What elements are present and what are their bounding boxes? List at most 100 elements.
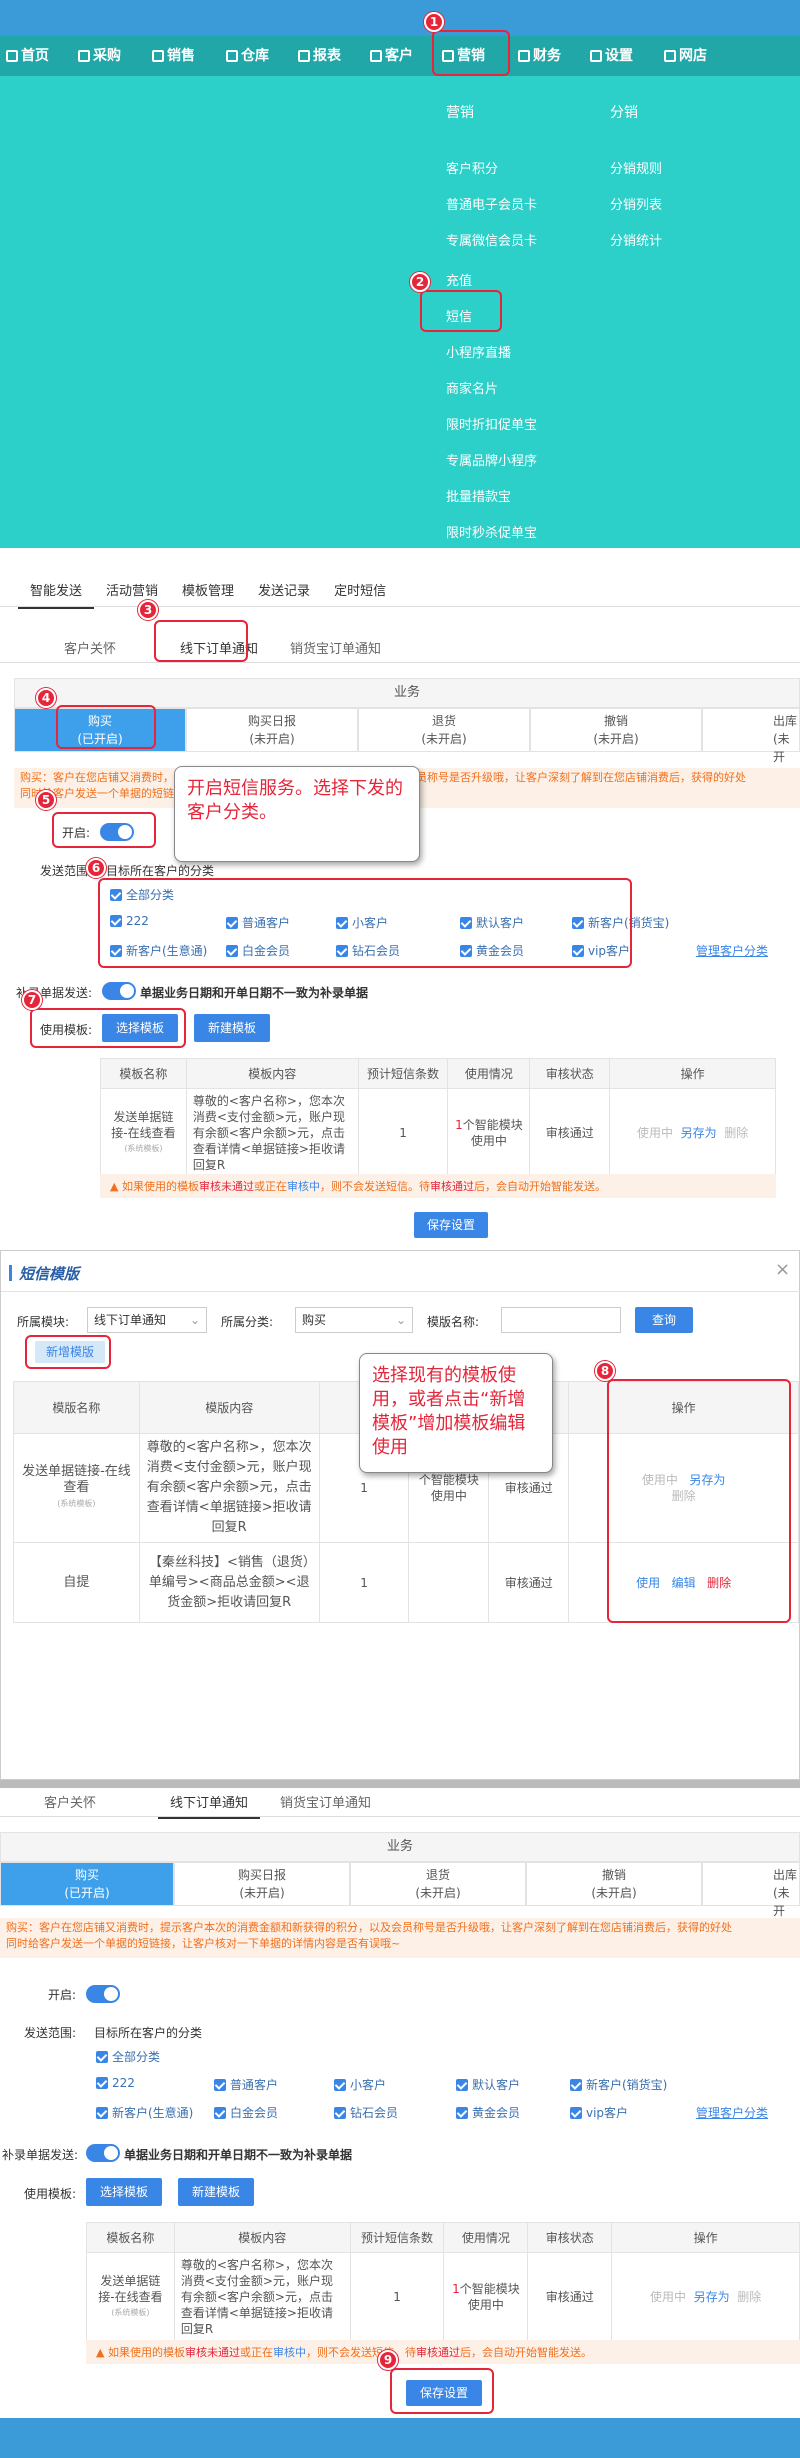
table-row: 发送单据链接-在线查看 (系统模板) 尊敬的<客户名称>，您本次消费<支付金额>元… (100, 1088, 776, 1178)
tab-records[interactable]: 发送记录 (246, 580, 322, 609)
cat-diamond-2[interactable]: 钻石会员 (334, 2104, 398, 2121)
category-select[interactable]: 购买 ⌄ (295, 1307, 413, 1333)
nav-customer[interactable]: 客户 (370, 36, 413, 76)
menu-dist-rules[interactable]: 分销规则 (610, 158, 662, 177)
enable-toggle-2[interactable] (86, 1985, 120, 2003)
step-badge-3: 3 (138, 600, 158, 620)
choose-template-button-2[interactable]: 选择模板 (86, 2178, 162, 2206)
subtab-offline-2[interactable]: 线下订单通知 (158, 1792, 261, 1819)
biz-daily-2[interactable]: 购买日报 (未开启) (174, 1862, 350, 1906)
audit-note: ▲ 如果使用的模板审核未通过或正在审核中，则不会发送短信。待审核通过后，会自动开… (100, 1174, 776, 1198)
biz-return[interactable]: 退货 (未开启) (358, 708, 530, 752)
shop-icon (664, 50, 676, 62)
manage-categories-link[interactable]: 管理客户分类 (696, 942, 768, 959)
menu-batch[interactable]: 批量措款宝 (446, 486, 511, 505)
cat-gold-2[interactable]: 黄金会员 (456, 2104, 520, 2121)
menu-recharge[interactable]: 充值 (446, 270, 472, 289)
new-template-button-2[interactable]: 新建模板 (178, 2178, 254, 2206)
enable-label-2: 开启: (48, 1988, 77, 2002)
biz-outbound[interactable]: 出库(未开启) (702, 708, 800, 782)
module-select[interactable]: 线下订单通知 ⌄ (87, 1307, 207, 1333)
menu-dist-list[interactable]: 分销列表 (610, 194, 662, 213)
subtab-divider-2 (0, 1816, 800, 1817)
nav-settings[interactable]: 设置 (590, 36, 633, 76)
dropdown-head-distribution: 分销 (610, 105, 638, 121)
supplement-text: 单据业务日期和开单日期不一致为补录单据 (140, 986, 369, 1000)
cat-222-2[interactable]: 222 (96, 2076, 135, 2090)
template-name-label: 模版名称: (427, 1315, 480, 1329)
op-saveas[interactable]: 另存为 (681, 1126, 717, 1140)
business-header-2: 业务 (0, 1832, 800, 1862)
chevron-down-icon: ⌄ (395, 1313, 406, 1327)
tab-template-mgmt[interactable]: 模板管理 (170, 580, 246, 609)
nav-home[interactable]: 首页 (6, 36, 49, 76)
biz-outbound-2[interactable]: 出库(未开启) (702, 1862, 800, 1936)
business-header: 业务 (14, 678, 800, 708)
home-icon (6, 50, 18, 62)
new-template-button[interactable]: 新建模板 (194, 1014, 270, 1042)
save-button-1[interactable]: 保存设置 (414, 1212, 488, 1238)
subtab-care-2[interactable]: 客户关怀 (32, 1792, 108, 1819)
subtab-xhb[interactable]: 销货宝订单通知 (278, 638, 393, 657)
main-tabs: 智能发送 活动营销 模板管理 发送记录 定时短信 (18, 580, 398, 609)
supplement-label-2: 补录单据发送: (2, 2148, 79, 2162)
close-icon[interactable]: × (775, 1259, 790, 1280)
menu-live[interactable]: 小程序直播 (446, 342, 511, 361)
highlight-offline-tab (154, 620, 248, 662)
step-badge-6: 6 (86, 858, 106, 878)
cat-all-2[interactable]: 全部分类 (96, 2048, 160, 2065)
nav-sales[interactable]: 销售 (152, 36, 195, 76)
biz-cancel-2[interactable]: 撤销 (未开启) (526, 1862, 702, 1906)
nav-purchase[interactable]: 采购 (78, 36, 121, 76)
menu-wechat-card[interactable]: 专属微信会员卡 (446, 230, 537, 249)
checkbox-icon (214, 2078, 226, 2091)
subtab-xhb-2[interactable]: 销货宝订单通知 (268, 1792, 383, 1819)
th-name: 模板名称 (100, 1058, 187, 1089)
settings-icon (590, 50, 602, 62)
cat-vip-2[interactable]: vip客户 (570, 2104, 628, 2121)
supplement-toggle-2[interactable] (86, 2144, 120, 2162)
supplement-toggle[interactable] (102, 982, 136, 1000)
warning-box-2: 购买：客户在您店铺又消费时，提示客户本次的消费金额和新获得的积分，以及会员称号是… (0, 1918, 800, 1958)
op-using: 使用中 (636, 1126, 673, 1140)
highlight-template (30, 1008, 186, 1048)
cat-new-syt-2[interactable]: 新客户(生意通) (96, 2104, 193, 2121)
cat-platinum-2[interactable]: 白金会员 (214, 2104, 278, 2121)
menu-discount[interactable]: 限时折扣促单宝 (446, 414, 537, 433)
cat-default-2[interactable]: 默认客户 (456, 2076, 520, 2093)
checkbox-icon (214, 2106, 226, 2119)
menu-customer-points[interactable]: 客户积分 (446, 158, 498, 177)
menu-dist-stats[interactable]: 分销统计 (610, 230, 662, 249)
tab-scheduled[interactable]: 定时短信 (322, 580, 398, 609)
page: 首页 采购 销售 仓库 报表 客户 营销 财务 设置 网店 1 营销 分销 客户… (0, 0, 800, 2458)
cat-new-xhb-2[interactable]: 新客户(销货宝) (570, 2076, 667, 2093)
biz-return-2[interactable]: 退货 (未开启) (350, 1862, 526, 1906)
tab-smart-send[interactable]: 智能发送 (18, 580, 95, 609)
table-row: 发送单据链接-在线查看 (系统模板) 尊敬的<客户名称>，您本次消费<支付金额>元… (86, 2252, 800, 2342)
tab-activity[interactable]: 活动营销 (94, 580, 170, 609)
nav-warehouse[interactable]: 仓库 (226, 36, 269, 76)
query-button[interactable]: 查询 (635, 1307, 693, 1333)
nav-shop[interactable]: 网店 (664, 36, 707, 76)
menu-seckill[interactable]: 限时秒杀促单宝 (446, 522, 537, 541)
menu-normal-card[interactable]: 普通电子会员卡 (446, 194, 537, 213)
subtab-care[interactable]: 客户关怀 (52, 638, 128, 657)
range-label: 发送范围: (40, 864, 93, 878)
menu-card[interactable]: 商家名片 (446, 378, 498, 397)
th-audit: 审核状态 (529, 1058, 611, 1089)
cat-small-2[interactable]: 小客户 (334, 2076, 386, 2093)
warehouse-icon (226, 50, 238, 62)
manage-categories-link-2[interactable]: 管理客户分类 (696, 2104, 768, 2121)
biz-cancel[interactable]: 撤销 (未开启) (530, 708, 702, 752)
nav-finance[interactable]: 财务 (518, 36, 561, 76)
biz-daily[interactable]: 购买日报 (未开启) (186, 708, 358, 752)
menu-brand-app[interactable]: 专属品牌小程序 (446, 450, 537, 469)
cat-normal-2[interactable]: 普通客户 (214, 2076, 278, 2093)
report-icon (298, 50, 310, 62)
sub-tabs-2: 客户关怀 线下订单通知 销货宝订单通知 (32, 1792, 383, 1819)
nav-report[interactable]: 报表 (298, 36, 341, 76)
subtab-divider (0, 662, 800, 663)
op-delete[interactable]: 删除 (724, 1126, 748, 1140)
template-name-input[interactable] (501, 1307, 621, 1333)
biz-purchase-2[interactable]: 购买 (已开启) (0, 1862, 174, 1906)
